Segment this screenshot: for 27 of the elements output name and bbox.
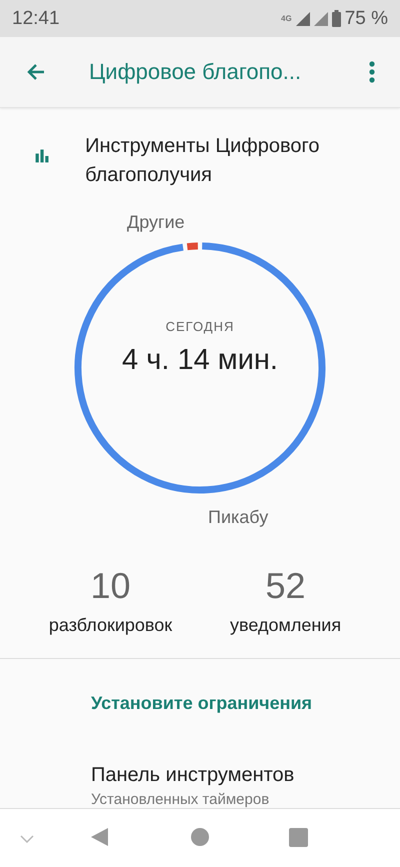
total-time: 4 ч. 14 мин.: [122, 344, 278, 377]
recents-button[interactable]: [289, 828, 308, 850]
home-button[interactable]: [191, 828, 209, 849]
section-heading: Установите ограничения: [90, 692, 314, 714]
signal-icon: [296, 12, 310, 26]
segment-label: Пикабу: [208, 507, 268, 528]
period-caption: СЕГОДНЯ: [166, 319, 234, 334]
home-circle-icon: [191, 828, 209, 846]
bar-chart-icon: [34, 148, 50, 164]
signal-icon: [314, 12, 328, 26]
stat-label: уведомления: [230, 615, 342, 636]
stat-label: разблокировок: [48, 615, 172, 636]
stat-value: 10: [90, 565, 131, 607]
list-item-subtitle: Установленных таймеров: [91, 791, 270, 808]
battery-icon: [332, 10, 341, 27]
list-item-title[interactable]: Панель инструментов: [91, 764, 294, 787]
stat-value: 52: [266, 565, 306, 607]
segment-label: Другие: [127, 212, 185, 233]
clock-time: 12:41: [12, 8, 60, 30]
recents-square-icon: [289, 828, 308, 846]
screen-title: Цифровое благопо...: [89, 59, 302, 85]
battery-level: 75 %: [344, 8, 388, 30]
triangle-back-icon: [90, 827, 110, 847]
network-type: 4G: [281, 14, 292, 23]
more-vertical-icon: [369, 61, 375, 83]
chevron-down-icon[interactable]: [20, 834, 34, 842]
section-title: Инструменты Цифрового благополучия: [85, 134, 321, 188]
